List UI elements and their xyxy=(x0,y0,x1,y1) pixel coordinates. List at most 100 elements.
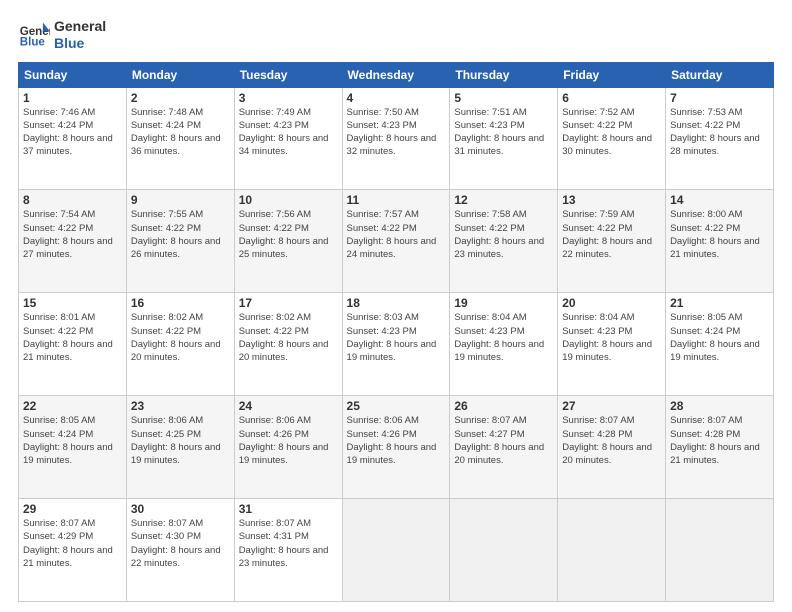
day-info: Sunrise: 7:58 AMSunset: 4:22 PMDaylight:… xyxy=(454,209,544,260)
calendar-cell: 17 Sunrise: 8:02 AMSunset: 4:22 PMDayligh… xyxy=(234,293,342,396)
day-number: 23 xyxy=(131,399,230,413)
day-number: 5 xyxy=(454,91,553,105)
calendar-week-4: 29 Sunrise: 8:07 AMSunset: 4:29 PMDayligh… xyxy=(19,499,774,602)
calendar-cell xyxy=(342,499,450,602)
day-info: Sunrise: 8:04 AMSunset: 4:23 PMDaylight:… xyxy=(454,312,544,363)
calendar-cell: 3 Sunrise: 7:49 AMSunset: 4:23 PMDaylight… xyxy=(234,87,342,190)
page: General Blue General Blue SundayMondayTu… xyxy=(0,0,792,612)
day-number: 26 xyxy=(454,399,553,413)
day-number: 22 xyxy=(23,399,122,413)
day-info: Sunrise: 7:55 AMSunset: 4:22 PMDaylight:… xyxy=(131,209,221,260)
logo-text-general: General xyxy=(54,18,106,35)
day-info: Sunrise: 8:07 AMSunset: 4:28 PMDaylight:… xyxy=(670,415,760,466)
day-number: 19 xyxy=(454,296,553,310)
calendar-cell: 23Sunrise: 8:06 AMSunset: 4:25 PMDayligh… xyxy=(126,396,234,499)
calendar-cell xyxy=(450,499,558,602)
calendar-cell xyxy=(666,499,774,602)
day-number: 13 xyxy=(562,193,661,207)
calendar-cell: 10Sunrise: 7:56 AMSunset: 4:22 PMDayligh… xyxy=(234,190,342,293)
calendar-cell xyxy=(558,499,666,602)
day-info: Sunrise: 7:49 AMSunset: 4:23 PMDaylight:… xyxy=(239,107,329,158)
calendar-cell: 2Sunrise: 7:48 AMSunset: 4:24 PMDaylight… xyxy=(126,87,234,190)
calendar-cell: 18 Sunrise: 8:03 AMSunset: 4:23 PMDayligh… xyxy=(342,293,450,396)
calendar-cell: 4 Sunrise: 7:50 AMSunset: 4:23 PMDaylight… xyxy=(342,87,450,190)
calendar-cell: 16Sunrise: 8:02 AMSunset: 4:22 PMDayligh… xyxy=(126,293,234,396)
day-info: Sunrise: 7:57 AMSunset: 4:22 PMDaylight:… xyxy=(347,209,437,260)
day-info: Sunrise: 8:05 AMSunset: 4:24 PMDaylight:… xyxy=(670,312,760,363)
day-info: Sunrise: 8:07 AMSunset: 4:28 PMDaylight:… xyxy=(562,415,652,466)
calendar-week-2: 15Sunrise: 8:01 AMSunset: 4:22 PMDayligh… xyxy=(19,293,774,396)
calendar-cell: 13 Sunrise: 7:59 AMSunset: 4:22 PMDayligh… xyxy=(558,190,666,293)
day-number: 10 xyxy=(239,193,338,207)
day-number: 8 xyxy=(23,193,122,207)
calendar-cell: 14 Sunrise: 8:00 AMSunset: 4:22 PMDayligh… xyxy=(666,190,774,293)
day-info: Sunrise: 8:00 AMSunset: 4:22 PMDaylight:… xyxy=(670,209,760,260)
day-number: 25 xyxy=(347,399,446,413)
day-number: 24 xyxy=(239,399,338,413)
column-header-sunday: Sunday xyxy=(19,62,127,87)
day-number: 6 xyxy=(562,91,661,105)
day-number: 30 xyxy=(131,502,230,516)
calendar-cell: 6 Sunrise: 7:52 AMSunset: 4:22 PMDaylight… xyxy=(558,87,666,190)
day-number: 9 xyxy=(131,193,230,207)
calendar-cell: 8Sunrise: 7:54 AMSunset: 4:22 PMDaylight… xyxy=(19,190,127,293)
calendar-cell: 28 Sunrise: 8:07 AMSunset: 4:28 PMDayligh… xyxy=(666,396,774,499)
calendar-table: SundayMondayTuesdayWednesdayThursdayFrid… xyxy=(18,62,774,602)
calendar-cell: 26 Sunrise: 8:07 AMSunset: 4:27 PMDayligh… xyxy=(450,396,558,499)
calendar-body: 1Sunrise: 7:46 AMSunset: 4:24 PMDaylight… xyxy=(19,87,774,601)
day-info: Sunrise: 8:07 AMSunset: 4:31 PMDaylight:… xyxy=(239,518,329,569)
day-info: Sunrise: 8:07 AMSunset: 4:29 PMDaylight:… xyxy=(23,518,113,569)
svg-text:Blue: Blue xyxy=(20,36,46,48)
day-info: Sunrise: 7:51 AMSunset: 4:23 PMDaylight:… xyxy=(454,107,544,158)
day-number: 3 xyxy=(239,91,338,105)
calendar-cell: 1Sunrise: 7:46 AMSunset: 4:24 PMDaylight… xyxy=(19,87,127,190)
calendar-cell: 25 Sunrise: 8:06 AMSunset: 4:26 PMDayligh… xyxy=(342,396,450,499)
day-info: Sunrise: 8:05 AMSunset: 4:24 PMDaylight:… xyxy=(23,415,113,466)
logo-text-blue: Blue xyxy=(54,35,106,52)
day-info: Sunrise: 8:03 AMSunset: 4:23 PMDaylight:… xyxy=(347,312,437,363)
header: General Blue General Blue xyxy=(18,18,774,52)
calendar-cell: 29 Sunrise: 8:07 AMSunset: 4:29 PMDayligh… xyxy=(19,499,127,602)
day-number: 7 xyxy=(670,91,769,105)
calendar-header-row: SundayMondayTuesdayWednesdayThursdayFrid… xyxy=(19,62,774,87)
calendar-cell: 20 Sunrise: 8:04 AMSunset: 4:23 PMDayligh… xyxy=(558,293,666,396)
day-info: Sunrise: 8:04 AMSunset: 4:23 PMDaylight:… xyxy=(562,312,652,363)
day-number: 17 xyxy=(239,296,338,310)
calendar-cell: 24 Sunrise: 8:06 AMSunset: 4:26 PMDayligh… xyxy=(234,396,342,499)
day-number: 12 xyxy=(454,193,553,207)
day-info: Sunrise: 8:07 AMSunset: 4:27 PMDaylight:… xyxy=(454,415,544,466)
calendar-cell: 22 Sunrise: 8:05 AMSunset: 4:24 PMDayligh… xyxy=(19,396,127,499)
day-number: 14 xyxy=(670,193,769,207)
day-number: 29 xyxy=(23,502,122,516)
day-number: 28 xyxy=(670,399,769,413)
day-info: Sunrise: 8:02 AMSunset: 4:22 PMDaylight:… xyxy=(239,312,329,363)
calendar-week-1: 8Sunrise: 7:54 AMSunset: 4:22 PMDaylight… xyxy=(19,190,774,293)
calendar-week-0: 1Sunrise: 7:46 AMSunset: 4:24 PMDaylight… xyxy=(19,87,774,190)
day-info: Sunrise: 8:02 AMSunset: 4:22 PMDaylight:… xyxy=(131,312,221,363)
day-info: Sunrise: 7:50 AMSunset: 4:23 PMDaylight:… xyxy=(347,107,437,158)
calendar-cell: 7 Sunrise: 7:53 AMSunset: 4:22 PMDaylight… xyxy=(666,87,774,190)
calendar-cell: 12 Sunrise: 7:58 AMSunset: 4:22 PMDayligh… xyxy=(450,190,558,293)
day-info: Sunrise: 7:46 AMSunset: 4:24 PMDaylight:… xyxy=(23,107,113,158)
day-number: 15 xyxy=(23,296,122,310)
day-info: Sunrise: 7:52 AMSunset: 4:22 PMDaylight:… xyxy=(562,107,652,158)
day-number: 27 xyxy=(562,399,661,413)
calendar-cell: 15Sunrise: 8:01 AMSunset: 4:22 PMDayligh… xyxy=(19,293,127,396)
column-header-tuesday: Tuesday xyxy=(234,62,342,87)
day-info: Sunrise: 7:59 AMSunset: 4:22 PMDaylight:… xyxy=(562,209,652,260)
day-number: 18 xyxy=(347,296,446,310)
column-header-monday: Monday xyxy=(126,62,234,87)
column-header-thursday: Thursday xyxy=(450,62,558,87)
logo: General Blue General Blue xyxy=(18,18,106,52)
day-number: 4 xyxy=(347,91,446,105)
day-info: Sunrise: 7:48 AMSunset: 4:24 PMDaylight:… xyxy=(131,107,221,158)
calendar-cell: 5 Sunrise: 7:51 AMSunset: 4:23 PMDaylight… xyxy=(450,87,558,190)
day-info: Sunrise: 7:53 AMSunset: 4:22 PMDaylight:… xyxy=(670,107,760,158)
calendar-cell: 31Sunrise: 8:07 AMSunset: 4:31 PMDayligh… xyxy=(234,499,342,602)
column-header-saturday: Saturday xyxy=(666,62,774,87)
day-info: Sunrise: 8:06 AMSunset: 4:26 PMDaylight:… xyxy=(239,415,329,466)
day-number: 20 xyxy=(562,296,661,310)
calendar-cell: 9 Sunrise: 7:55 AMSunset: 4:22 PMDaylight… xyxy=(126,190,234,293)
column-header-friday: Friday xyxy=(558,62,666,87)
day-info: Sunrise: 8:06 AMSunset: 4:26 PMDaylight:… xyxy=(347,415,437,466)
